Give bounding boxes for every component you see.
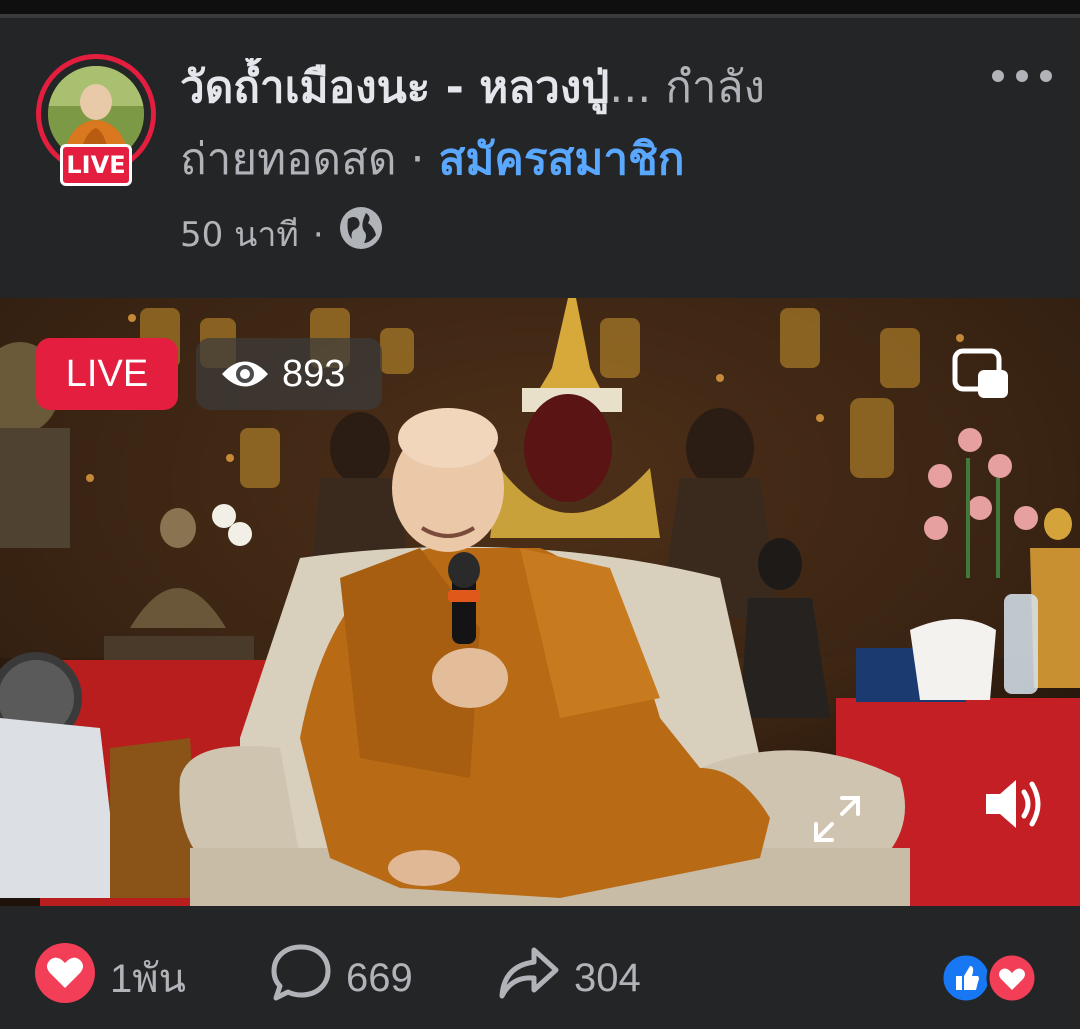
comment-icon xyxy=(270,942,332,1014)
meta-dot: · xyxy=(312,215,324,255)
heart-icon xyxy=(34,942,96,1014)
globe-icon xyxy=(338,205,384,265)
like-count-button[interactable]: 1พัน xyxy=(34,938,186,1018)
live-video[interactable]: LIVE 893 xyxy=(0,298,1080,906)
sound-icon[interactable] xyxy=(982,774,1046,834)
share-icon xyxy=(498,942,560,1014)
love-reaction-icon xyxy=(986,952,1038,1004)
eye-icon xyxy=(222,361,268,387)
comment-button[interactable]: 669 xyxy=(270,938,413,1018)
subscribe-link[interactable]: สมัครสมาชิก xyxy=(439,134,685,185)
separator: · xyxy=(396,134,439,185)
more-icon[interactable] xyxy=(984,56,1060,96)
expand-icon[interactable] xyxy=(812,794,862,844)
title-ellipsis: ... xyxy=(609,62,652,113)
page-avatar[interactable]: LIVE xyxy=(36,54,156,186)
pip-icon[interactable] xyxy=(952,348,1010,400)
viewer-count-badge: 893 xyxy=(196,338,382,410)
reaction-summary[interactable] xyxy=(940,952,1040,1004)
page-name-link[interactable]: วัดถ้ำเมืองนะ - หลวงปู่ xyxy=(180,62,609,113)
viewer-count: 893 xyxy=(282,352,346,395)
divider xyxy=(0,14,1080,18)
status-bar xyxy=(0,0,1080,14)
post-title: วัดถ้ำเมืองนะ - หลวงปู่... กำลัง xyxy=(180,58,940,118)
like-reaction-icon xyxy=(940,952,992,1004)
status-start: กำลัง xyxy=(651,62,766,113)
live-badge-small: LIVE xyxy=(60,144,132,186)
status-line: ถ่ายทอดสด · สมัครสมาชิก xyxy=(180,130,685,190)
like-count: 1พัน xyxy=(110,957,186,1001)
share-count: 304 xyxy=(574,955,641,1000)
live-badge: LIVE xyxy=(36,338,178,410)
comment-count: 669 xyxy=(346,955,413,1000)
share-button[interactable]: 304 xyxy=(498,938,641,1018)
post-meta: 50 นาที · xyxy=(180,207,384,260)
time-ago[interactable]: 50 นาที xyxy=(180,210,299,260)
status-rest: ถ่ายทอดสด xyxy=(180,134,397,185)
